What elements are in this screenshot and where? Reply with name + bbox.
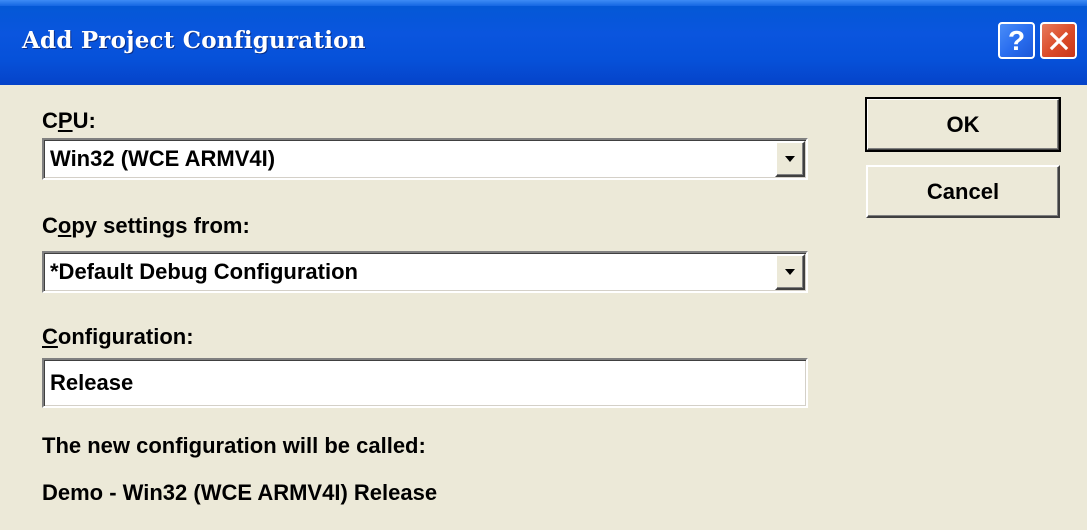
cpu-label-post: U: xyxy=(72,108,96,133)
cpu-select-value: Win32 (WCE ARMV4I) xyxy=(50,146,276,171)
result-name: Demo - Win32 (WCE ARMV4I) Release xyxy=(42,480,438,505)
cpu-label: CPU: xyxy=(42,108,96,134)
copy-settings-label-accel: o xyxy=(57,213,72,238)
window-title: Add Project Configuration xyxy=(22,27,366,54)
result-caption: The new configuration will be called: xyxy=(42,433,426,458)
cpu-label-pre: C xyxy=(42,108,58,133)
help-button[interactable]: ? xyxy=(998,22,1035,59)
copy-settings-dropdown-button[interactable] xyxy=(775,254,805,290)
copy-settings-select[interactable]: *Default Debug Configuration xyxy=(42,251,808,293)
configuration-input[interactable]: Release xyxy=(42,358,808,408)
configuration-label-accel: C xyxy=(42,324,58,349)
cpu-label-accel: P xyxy=(57,108,73,133)
cancel-button[interactable]: Cancel xyxy=(866,165,1060,218)
cancel-button-label: Cancel xyxy=(926,178,1000,204)
dialog-window: Add Project Configuration ? CPU: Win32 (… xyxy=(0,0,1087,530)
close-button[interactable] xyxy=(1040,22,1077,59)
title-bar[interactable]: Add Project Configuration ? xyxy=(0,0,1087,85)
help-icon: ? xyxy=(1007,24,1026,56)
configuration-label-post: onfiguration: xyxy=(57,324,194,349)
configuration-input-value: Release xyxy=(50,370,134,395)
copy-settings-label-post: py settings from: xyxy=(71,213,250,238)
copy-settings-label: Copy settings from: xyxy=(42,213,250,239)
copy-settings-label-pre: C xyxy=(42,213,58,238)
ok-button[interactable]: OK xyxy=(865,97,1061,152)
close-icon xyxy=(1049,31,1068,50)
dropdown-arrow-icon xyxy=(785,269,795,275)
dropdown-arrow-icon xyxy=(785,156,795,162)
configuration-label: Configuration: xyxy=(42,324,194,350)
copy-settings-select-value: *Default Debug Configuration xyxy=(50,259,358,284)
cpu-select[interactable]: Win32 (WCE ARMV4I) xyxy=(42,138,808,180)
cpu-dropdown-button[interactable] xyxy=(775,141,805,177)
ok-button-label: OK xyxy=(946,111,980,137)
